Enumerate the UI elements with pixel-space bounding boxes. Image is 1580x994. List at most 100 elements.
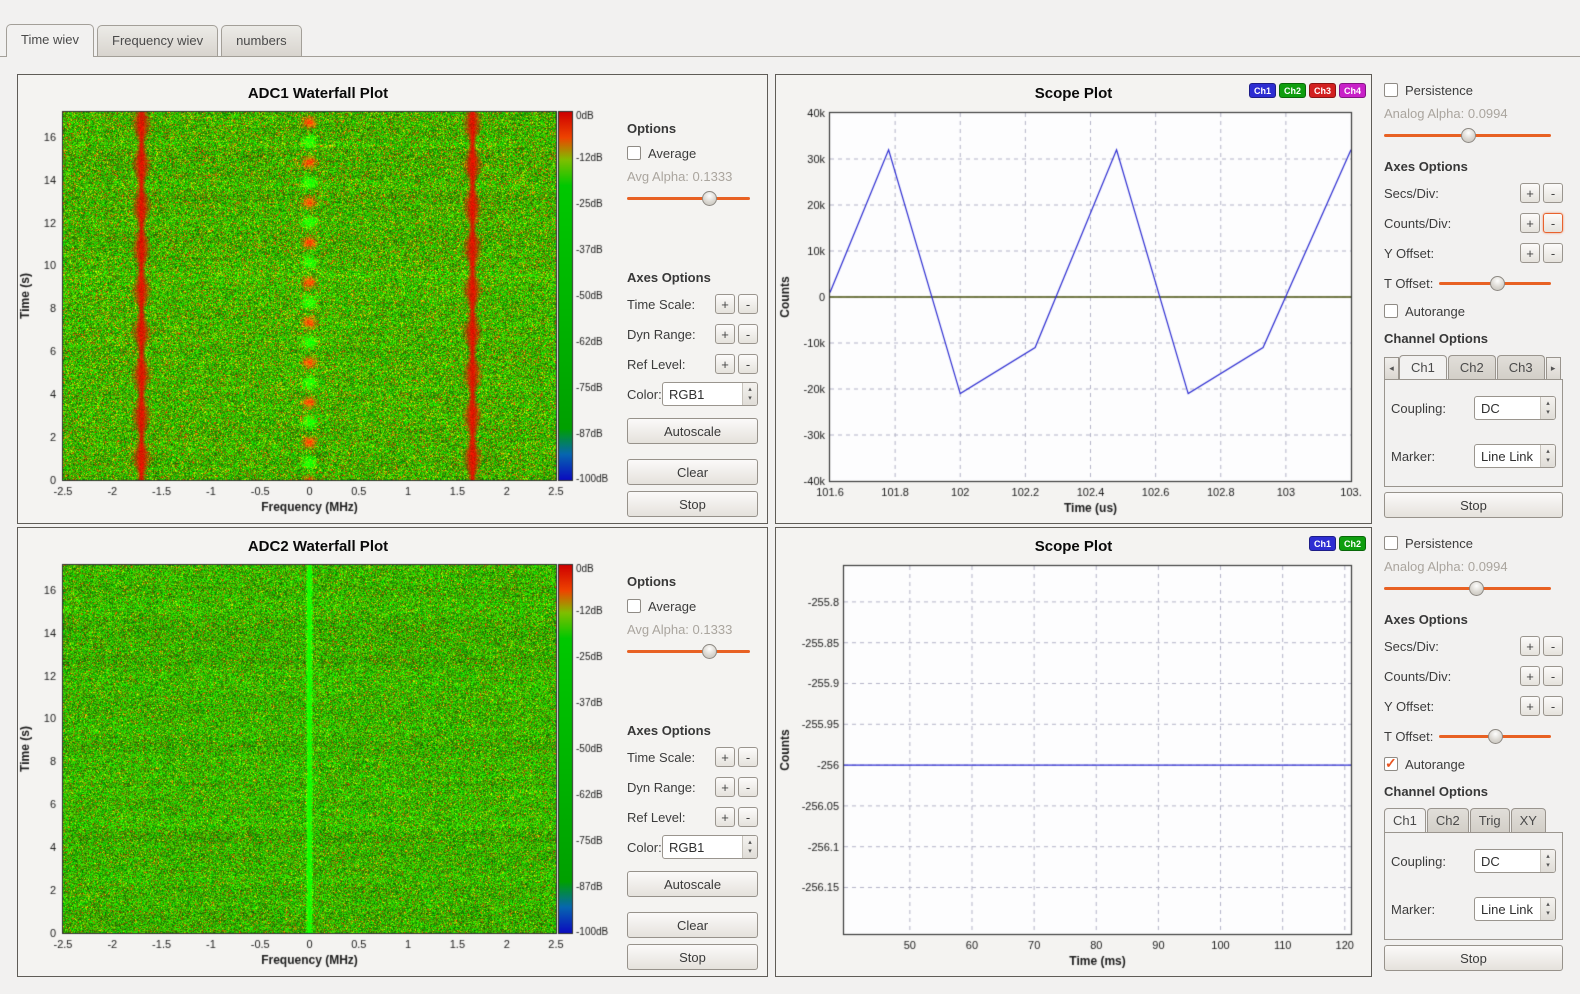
y-offset-label: Y Offset: <box>1384 699 1517 714</box>
avg-alpha-slider[interactable] <box>627 191 750 206</box>
color-select[interactable]: RGB1 ▴▾ <box>662 835 758 859</box>
marker-select[interactable]: Line Link ▴▾ <box>1474 444 1556 468</box>
marker-select[interactable]: Line Link ▴▾ <box>1474 897 1556 921</box>
persistence-row[interactable]: Persistence <box>1384 533 1563 553</box>
slider-handle[interactable] <box>702 191 717 206</box>
secs-div-minus-button[interactable]: - <box>1543 636 1563 656</box>
color-select[interactable]: RGB1 ▴▾ <box>662 382 758 406</box>
counts-div-plus-button[interactable]: + <box>1520 666 1540 686</box>
secs-div-plus-button[interactable]: + <box>1520 183 1540 203</box>
channel-tabs: Ch1 Ch2 Trig XY <box>1384 807 1563 833</box>
counts-div-minus-button[interactable]: - <box>1543 666 1563 686</box>
channel-tab-ch2[interactable]: Ch2 <box>1448 355 1496 380</box>
slider-handle[interactable] <box>1469 581 1484 596</box>
slider-handle[interactable] <box>1490 276 1505 291</box>
tabs-scroll-right-button[interactable]: ▸ <box>1546 357 1561 380</box>
autoscale-button[interactable]: Autoscale <box>627 871 758 897</box>
coupling-row: Coupling: DC ▴▾ <box>1391 396 1556 420</box>
scope1-plot-canvas[interactable] <box>778 107 1369 519</box>
autorange-checkbox[interactable] <box>1384 304 1398 318</box>
adc2-clear-button[interactable]: Clear <box>627 912 758 938</box>
channel-tab-ch2[interactable]: Ch2 <box>1427 808 1469 833</box>
adc1-clear-button[interactable]: Clear <box>627 459 758 485</box>
autorange-row[interactable]: Autorange <box>1384 754 1563 774</box>
marker-value: Line Link <box>1475 898 1540 920</box>
secs-div-label: Secs/Div: <box>1384 639 1517 654</box>
legend-chip-ch2: Ch2 <box>1339 536 1366 551</box>
channel-tab-ch1[interactable]: Ch1 <box>1384 808 1426 833</box>
adc2-stop-button[interactable]: Stop <box>627 944 758 970</box>
time-scale-minus-button[interactable]: - <box>738 294 758 314</box>
avg-alpha-slider[interactable] <box>627 644 750 659</box>
y-offset-plus-button[interactable]: + <box>1520 243 1540 263</box>
secs-div-minus-button[interactable]: - <box>1543 183 1563 203</box>
tab-frequency-wiev[interactable]: Frequency wiev <box>97 25 218 56</box>
average-row[interactable]: Average <box>627 596 758 616</box>
scope2-plot-canvas[interactable] <box>778 560 1369 972</box>
scope2-stop-button[interactable]: Stop <box>1384 945 1563 971</box>
channel-tab-xy[interactable]: XY <box>1511 808 1546 833</box>
ref-level-plus-button[interactable]: + <box>715 354 735 374</box>
channel-tab-ch3[interactable]: Ch3 <box>1497 355 1545 380</box>
dyn-range-plus-button[interactable]: + <box>715 324 735 344</box>
channel-tab-ch1[interactable]: Ch1 <box>1399 355 1447 380</box>
dyn-range-minus-button[interactable]: - <box>738 324 758 344</box>
tab-time-wiev[interactable]: Time wiev <box>6 24 94 57</box>
t-offset-slider[interactable] <box>1439 276 1551 291</box>
spinner-arrows-icon[interactable]: ▴▾ <box>742 836 757 858</box>
spinner-arrows-icon[interactable]: ▴▾ <box>1540 850 1555 872</box>
dyn-range-plus-button[interactable]: + <box>715 777 735 797</box>
left-arrow-icon: ◂ <box>1389 363 1394 373</box>
persistence-row[interactable]: Persistence <box>1384 80 1563 100</box>
y-offset-minus-button[interactable]: - <box>1543 696 1563 716</box>
slider-track <box>627 650 750 653</box>
autoscale-button[interactable]: Autoscale <box>627 418 758 444</box>
time-scale-plus-button[interactable]: + <box>715 747 735 767</box>
dyn-range-minus-button[interactable]: - <box>738 777 758 797</box>
ref-level-label: Ref Level: <box>627 357 712 372</box>
y-offset-minus-button[interactable]: - <box>1543 243 1563 263</box>
spinner-arrows-icon[interactable]: ▴▾ <box>742 383 757 405</box>
ref-level-minus-button[interactable]: - <box>738 354 758 374</box>
autorange-checkbox[interactable] <box>1384 757 1398 771</box>
time-scale-row: Time Scale: + - <box>627 745 758 769</box>
ref-level-label: Ref Level: <box>627 810 712 825</box>
slider-handle[interactable] <box>702 644 717 659</box>
adc1-waterfall-canvas[interactable] <box>18 110 619 516</box>
spinner-arrows-icon[interactable]: ▴▾ <box>1540 898 1555 920</box>
tab-numbers[interactable]: numbers <box>221 25 302 56</box>
spinner-arrows-icon[interactable]: ▴▾ <box>1540 445 1555 467</box>
analog-alpha-slider[interactable] <box>1384 581 1551 596</box>
counts-div-plus-button[interactable]: + <box>1520 213 1540 233</box>
slider-handle[interactable] <box>1461 128 1476 143</box>
spacer <box>627 444 758 453</box>
adc2-waterfall-canvas[interactable] <box>18 563 619 969</box>
y-offset-plus-button[interactable]: + <box>1520 696 1540 716</box>
adc1-stop-button[interactable]: Stop <box>627 491 758 517</box>
analog-alpha-label: Analog Alpha: 0.0994 <box>1384 559 1563 574</box>
tabs-scroll-left-button[interactable]: ◂ <box>1384 357 1399 380</box>
persistence-checkbox[interactable] <box>1384 83 1398 97</box>
slider-handle[interactable] <box>1488 729 1503 744</box>
secs-div-plus-button[interactable]: + <box>1520 636 1540 656</box>
average-checkbox[interactable] <box>627 599 641 613</box>
t-offset-slider[interactable] <box>1439 729 1551 744</box>
legend-chip-ch4: Ch4 <box>1339 83 1366 98</box>
ref-level-minus-button[interactable]: - <box>738 807 758 827</box>
autorange-row[interactable]: Autorange <box>1384 301 1563 321</box>
scope1-stop-button[interactable]: Stop <box>1384 492 1563 518</box>
coupling-value: DC <box>1475 850 1540 872</box>
time-scale-minus-button[interactable]: - <box>738 747 758 767</box>
ref-level-plus-button[interactable]: + <box>715 807 735 827</box>
persistence-checkbox[interactable] <box>1384 536 1398 550</box>
legend-chip-ch2: Ch2 <box>1279 83 1306 98</box>
average-row[interactable]: Average <box>627 143 758 163</box>
coupling-select[interactable]: DC ▴▾ <box>1474 849 1556 873</box>
analog-alpha-slider[interactable] <box>1384 128 1551 143</box>
time-scale-plus-button[interactable]: + <box>715 294 735 314</box>
average-checkbox[interactable] <box>627 146 641 160</box>
spinner-arrows-icon[interactable]: ▴▾ <box>1540 397 1555 419</box>
counts-div-minus-button[interactable]: - <box>1543 213 1563 233</box>
coupling-select[interactable]: DC ▴▾ <box>1474 396 1556 420</box>
channel-tab-trig[interactable]: Trig <box>1470 808 1510 833</box>
